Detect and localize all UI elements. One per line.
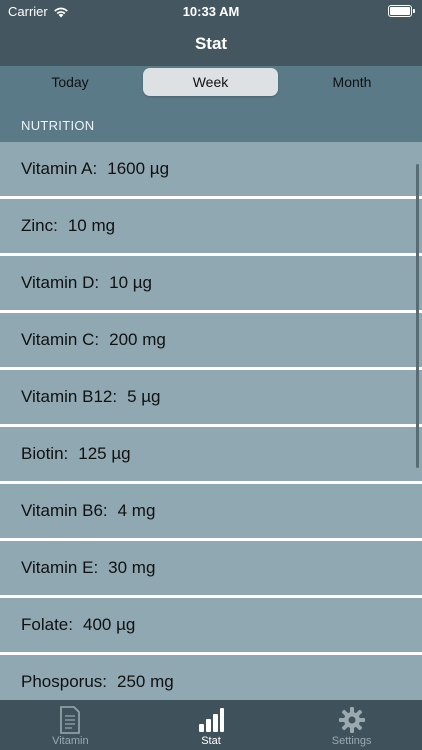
nutrient-name: Vitamin C: — [21, 330, 100, 349]
nutrient-value: 125 µg — [78, 444, 131, 463]
tab-label: Vitamin — [52, 735, 89, 747]
nutrient-value: 5 µg — [127, 387, 161, 406]
list-item[interactable]: Vitamin D: 10 µg — [0, 256, 422, 313]
nutrient-name: Folate: — [21, 615, 73, 634]
battery-icon — [388, 5, 415, 17]
gear-icon — [338, 707, 365, 733]
nutrient-name: Vitamin B6: — [21, 501, 108, 520]
nutrient-value: 400 µg — [82, 615, 136, 634]
page-title: Stat — [194, 34, 228, 53]
nutrient-name: Biotin: — [21, 444, 69, 463]
list-item[interactable]: Vitamin B12: 5 µg — [0, 370, 422, 427]
nutrient-value: 10 µg — [109, 273, 152, 292]
tab-label: Stat — [201, 735, 221, 747]
section-header: NUTRITION — [21, 118, 95, 133]
nutrient-value: 200 mg — [109, 330, 166, 349]
bar-chart-icon — [199, 708, 224, 732]
list-item[interactable]: Folate: 400 µg — [0, 598, 422, 655]
tab-bar: Vitamin Stat Settings — [0, 700, 422, 750]
list-item[interactable]: Vitamin E: 30 mg — [0, 541, 422, 598]
nutrient-value: 1600 µg — [107, 159, 170, 178]
segment-area: Today Week Month NUTRITION — [0, 66, 422, 142]
tab-stat[interactable]: Stat — [141, 700, 282, 750]
status-time: 10:33 AM — [182, 4, 240, 19]
nutrient-name: Zinc: — [21, 216, 58, 235]
segment-month[interactable]: Month — [282, 68, 422, 96]
nutrient-name: Vitamin B12: — [21, 387, 118, 406]
nutrition-list[interactable]: Vitamin A: 1600 µg Zinc: 10 mg Vitamin D: 1… — [0, 142, 422, 700]
nutrient-name: Phosporus: — [21, 672, 107, 691]
navigation-bar: Carrier 10:33 AM Stat — [0, 0, 422, 66]
list-item[interactable]: Zinc: 10 mg — [0, 199, 422, 256]
nutrient-value: 30 mg — [108, 558, 156, 577]
segment-week[interactable]: Week — [143, 68, 278, 96]
list-item[interactable]: Vitamin A: 1600 µg — [0, 142, 422, 199]
list-item[interactable]: Vitamin B6: 4 mg — [0, 484, 422, 541]
nutrient-name: Vitamin A: — [21, 159, 98, 178]
nutrient-value: 4 mg — [117, 501, 156, 520]
document-icon — [60, 706, 81, 734]
tab-label: Settings — [331, 735, 372, 747]
list-item[interactable]: Biotin: 125 µg — [0, 427, 422, 484]
nutrient-value: 10 mg — [67, 216, 116, 235]
tab-vitamin[interactable]: Vitamin — [0, 700, 141, 750]
status-bar: Carrier 10:33 AM — [0, 0, 422, 24]
list-item[interactable]: Vitamin C: 200 mg — [0, 313, 422, 370]
nutrient-value: 250 mg — [117, 672, 174, 691]
tab-settings[interactable]: Settings — [281, 700, 422, 750]
nutrient-name: Vitamin E: — [21, 558, 99, 577]
segment-today[interactable]: Today — [0, 68, 140, 96]
nutrient-name: Vitamin D: — [21, 273, 100, 292]
scroll-indicator[interactable] — [416, 164, 419, 468]
period-segmented-control: Today Week Month — [0, 68, 422, 96]
list-item[interactable]: Phosporus: 250 mg — [0, 655, 422, 700]
